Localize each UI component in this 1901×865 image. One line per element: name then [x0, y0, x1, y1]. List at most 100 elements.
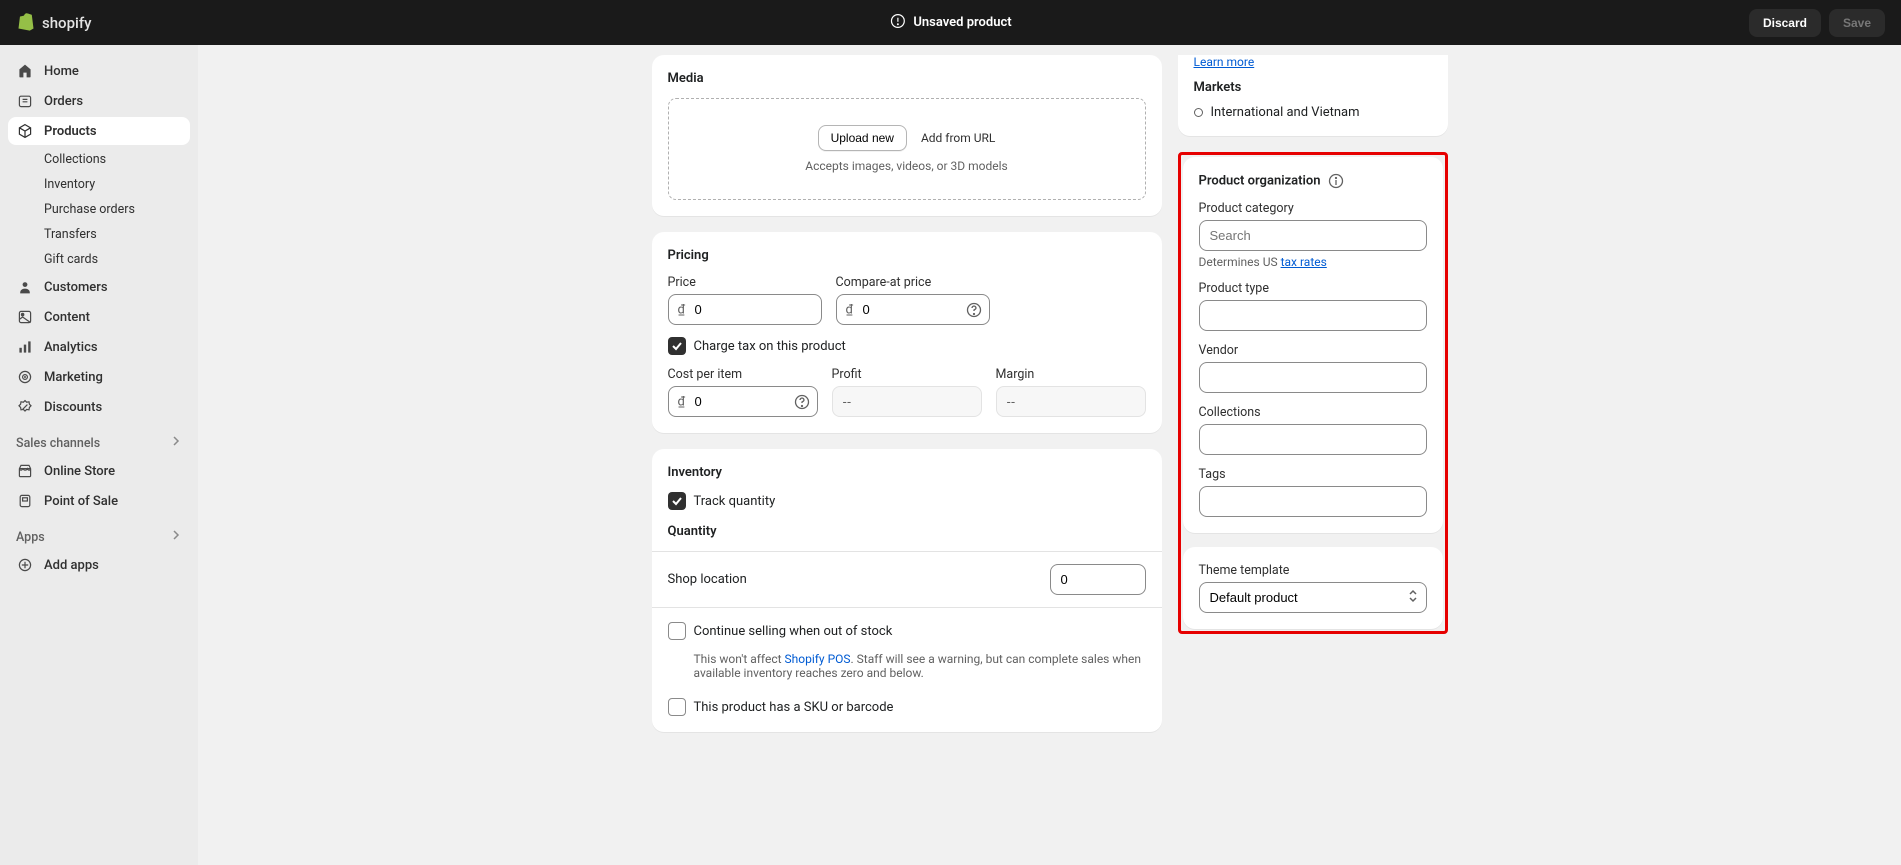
chevron-right-icon [170, 435, 182, 451]
sidebar-item-products[interactable]: Products [8, 117, 190, 145]
help-icon[interactable] [794, 394, 810, 410]
product-organization-card: Product organization Product category De… [1183, 157, 1443, 533]
sidebar-sub-purchase-orders[interactable]: Purchase orders [36, 197, 190, 222]
help-icon[interactable] [966, 302, 982, 318]
sidebar-item-label: Point of Sale [44, 494, 118, 509]
pricing-card: Pricing Price ₫ Compare-at price ₫ [652, 232, 1162, 433]
learn-more-link[interactable]: Learn more [1194, 55, 1255, 69]
product-type-input[interactable] [1199, 300, 1427, 331]
media-dropzone[interactable]: Upload new Add from URL Accepts images, … [668, 98, 1146, 200]
upload-button[interactable]: Upload new [818, 125, 907, 151]
tags-input[interactable] [1199, 486, 1427, 517]
alert-icon [889, 13, 905, 33]
sales-channels-header[interactable]: Sales channels [8, 429, 190, 457]
track-quantity-checkbox[interactable] [668, 492, 686, 510]
select-arrows-icon [1407, 588, 1419, 608]
continue-selling-checkbox[interactable] [668, 622, 686, 640]
shopify-pos-link[interactable]: Shopify POS [785, 652, 851, 666]
discounts-icon [16, 398, 34, 416]
content-icon [16, 308, 34, 326]
orders-icon [16, 92, 34, 110]
theme-template-select[interactable] [1199, 582, 1427, 613]
sku-label: This product has a SKU or barcode [694, 700, 894, 715]
brand-name: shopify [42, 14, 91, 32]
media-card: Media Upload new Add from URL Accepts im… [652, 55, 1162, 216]
continue-selling-note: This won't affect Shopify POS. Staff wil… [668, 652, 1146, 680]
category-hint: Determines US tax rates [1199, 255, 1427, 269]
top-bar: shopify Unsaved product Discard Save [0, 0, 1901, 45]
category-search-input[interactable] [1199, 220, 1427, 251]
sidebar-item-discounts[interactable]: Discounts [8, 393, 190, 421]
info-icon[interactable] [1328, 173, 1344, 189]
section-label: Apps [16, 530, 45, 545]
media-title: Media [668, 71, 1146, 86]
sidebar-sub-inventory[interactable]: Inventory [36, 172, 190, 197]
sidebar-sub-collections[interactable]: Collections [36, 147, 190, 172]
sidebar-item-label: Marketing [44, 370, 103, 385]
sidebar-item-label: Orders [44, 94, 83, 109]
quantity-input[interactable] [1050, 564, 1146, 595]
apps-header[interactable]: Apps [8, 523, 190, 551]
highlight-annotation: Product organization Product category De… [1178, 152, 1448, 634]
charge-tax-checkbox[interactable] [668, 337, 686, 355]
publishing-card: Learn more Markets International and Vie… [1178, 55, 1448, 136]
shopify-bag-icon [16, 10, 36, 36]
type-label: Product type [1199, 281, 1427, 296]
currency-prefix: ₫ [678, 394, 686, 409]
sidebar-item-analytics[interactable]: Analytics [8, 333, 190, 361]
discard-button[interactable]: Discard [1749, 9, 1821, 37]
location-label: Shop location [668, 572, 747, 587]
sidebar-item-orders[interactable]: Orders [8, 87, 190, 115]
inventory-title: Inventory [668, 465, 1146, 480]
markets-header: Markets [1194, 80, 1432, 95]
cost-label: Cost per item [668, 367, 818, 382]
divider [652, 551, 1162, 552]
market-label: International and Vietnam [1211, 105, 1360, 120]
analytics-icon [16, 338, 34, 356]
plus-circle-icon [16, 556, 34, 574]
sidebar-item-label: Products [44, 124, 97, 139]
section-label: Sales channels [16, 436, 100, 451]
divider [652, 607, 1162, 608]
products-icon [16, 122, 34, 140]
sidebar-item-marketing[interactable]: Marketing [8, 363, 190, 391]
price-label: Price [668, 275, 822, 290]
sidebar-item-content[interactable]: Content [8, 303, 190, 331]
sidebar-item-home[interactable]: Home [8, 57, 190, 85]
sidebar-item-label: Customers [44, 280, 108, 295]
sidebar-item-label: Add apps [44, 558, 99, 573]
profit-output [832, 386, 982, 417]
sidebar-item-add-apps[interactable]: Add apps [8, 551, 190, 579]
add-from-url-link[interactable]: Add from URL [921, 131, 995, 145]
org-title: Product organization [1199, 173, 1427, 189]
sidebar-item-label: Online Store [44, 464, 115, 479]
sidebar-item-label: Discounts [44, 400, 102, 415]
media-hint: Accepts images, videos, or 3D models [685, 159, 1129, 173]
sidebar-sub-transfers[interactable]: Transfers [36, 222, 190, 247]
save-button[interactable]: Save [1829, 9, 1885, 37]
sidebar-sub-gift-cards[interactable]: Gift cards [36, 247, 190, 272]
unsaved-label: Unsaved product [913, 15, 1011, 30]
sidebar-item-online-store[interactable]: Online Store [8, 457, 190, 485]
charge-tax-label: Charge tax on this product [694, 339, 846, 354]
collections-label: Collections [1199, 405, 1427, 420]
price-input[interactable] [668, 294, 822, 325]
currency-prefix: ₫ [678, 302, 686, 317]
sidebar-item-pos[interactable]: Point of Sale [8, 487, 190, 515]
theme-template-card: Theme template [1183, 547, 1443, 629]
tax-rates-link[interactable]: tax rates [1281, 255, 1327, 269]
category-label: Product category [1199, 201, 1427, 216]
pos-icon [16, 492, 34, 510]
vendor-label: Vendor [1199, 343, 1427, 358]
template-label: Theme template [1199, 563, 1427, 578]
profit-label: Profit [832, 367, 982, 382]
vendor-input[interactable] [1199, 362, 1427, 393]
save-status: Unsaved product [889, 13, 1011, 33]
sku-checkbox[interactable] [668, 698, 686, 716]
quantity-header: Quantity [668, 524, 1146, 539]
inventory-card: Inventory Track quantity Quantity Shop l… [652, 449, 1162, 732]
chevron-right-icon [170, 529, 182, 545]
sidebar-item-customers[interactable]: Customers [8, 273, 190, 301]
marketing-icon [16, 368, 34, 386]
collections-input[interactable] [1199, 424, 1427, 455]
